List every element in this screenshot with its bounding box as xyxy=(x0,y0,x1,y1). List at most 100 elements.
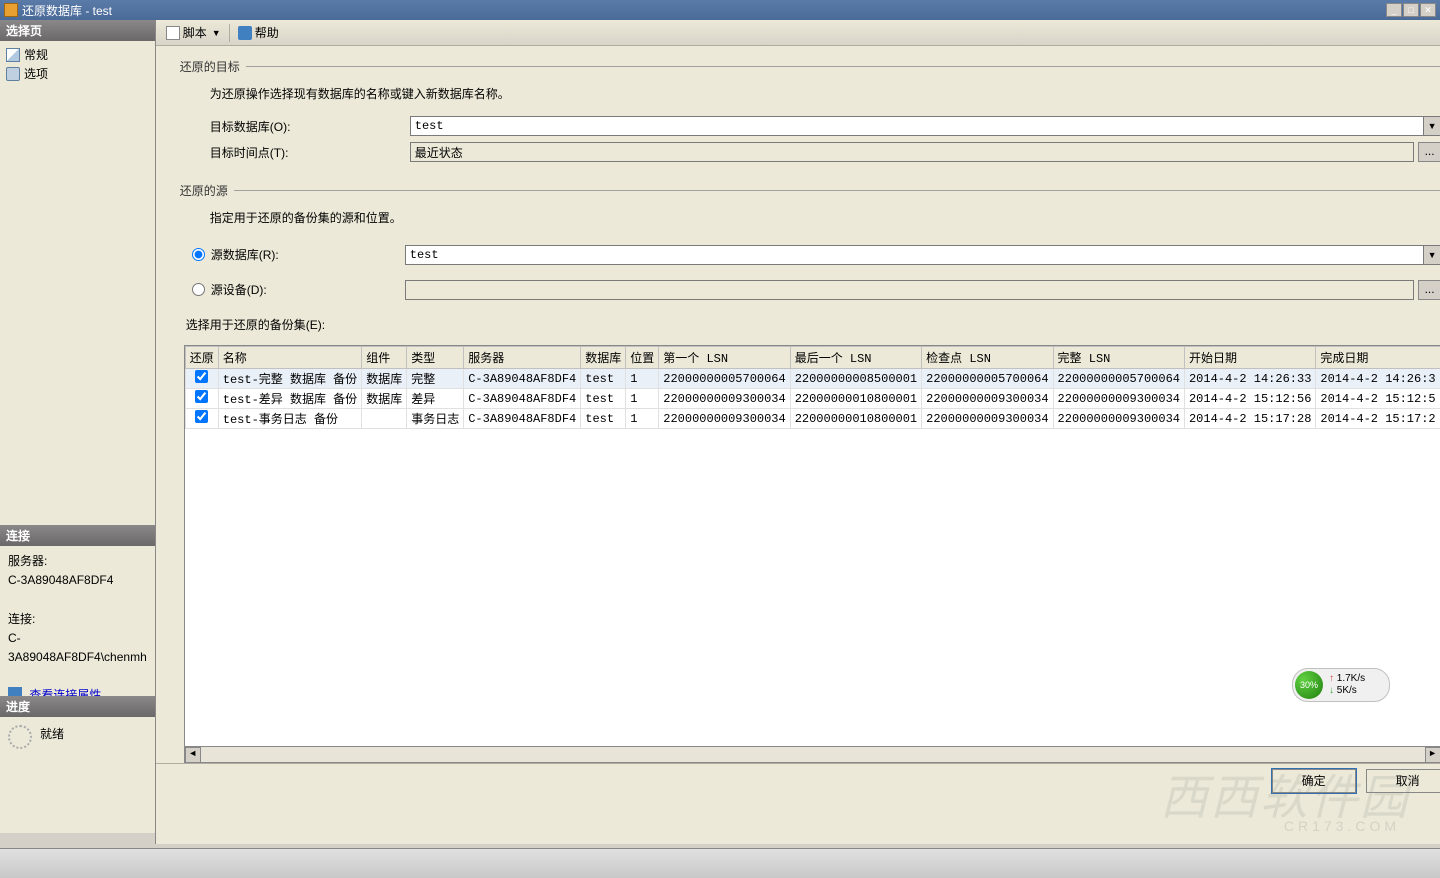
cell-component: 数据库 xyxy=(362,369,407,389)
titlebar: 还原数据库 - test _ □ ✕ xyxy=(0,0,1440,20)
col-start-date[interactable]: 开始日期 xyxy=(1184,347,1315,369)
cell-start: 2014-4-2 15:17:28 xyxy=(1184,409,1315,429)
help-label: 帮助 xyxy=(255,24,279,41)
col-first-lsn[interactable]: 第一个 LSN xyxy=(659,347,790,369)
script-button[interactable]: 脚本 ▼ xyxy=(162,22,225,43)
row-checkbox[interactable] xyxy=(195,390,208,403)
cell-last-lsn: 22000000008500001 xyxy=(790,369,921,389)
source-device-radio[interactable] xyxy=(192,283,205,296)
col-server[interactable]: 服务器 xyxy=(464,347,581,369)
window-controls: _ □ ✕ xyxy=(1386,3,1436,17)
grid-table: 还原 名称 组件 类型 服务器 数据库 位置 第一个 LSN 最后一个 LSN … xyxy=(185,346,1440,429)
page-icon xyxy=(6,48,20,62)
sidebar-item-label: 选项 xyxy=(24,65,48,82)
source-db-input[interactable] xyxy=(405,245,1424,265)
target-db-label: 目标数据库(O): xyxy=(210,118,410,135)
spinner-icon xyxy=(8,725,32,749)
net-up: 1.7K/s xyxy=(1337,673,1365,684)
target-time-label: 目标时间点(T): xyxy=(210,144,410,161)
grid-header-row: 还原 名称 组件 类型 服务器 数据库 位置 第一个 LSN 最后一个 LSN … xyxy=(185,347,1440,369)
network-speed-widget[interactable]: 30% ↑ 1.7K/s ↓ 5K/s xyxy=(1292,668,1390,702)
col-component[interactable]: 组件 xyxy=(362,347,407,369)
cell-full-lsn: 22000000009300034 xyxy=(1053,409,1184,429)
connection-body: 服务器: C-3A89048AF8DF4 连接: C-3A89048AF8DF4… xyxy=(0,546,155,696)
progress-header: 进度 xyxy=(0,696,155,717)
cell-finish: 2014-4-2 14:26:3 xyxy=(1316,369,1440,389)
target-description: 为还原操作选择现有数据库的名称或键入新数据库名称。 xyxy=(210,85,1440,102)
cell-database: test xyxy=(581,409,626,429)
conn-label: 连接: xyxy=(8,610,147,629)
cell-type: 差异 xyxy=(407,389,464,409)
row-checkbox[interactable] xyxy=(195,410,208,423)
cancel-button[interactable]: 取消 xyxy=(1366,769,1440,793)
sidebar: 选择页 常规 选项 连接 服务器: C-3A89048AF8DF4 连接: C-… xyxy=(0,20,156,844)
table-row[interactable]: test-事务日志 备份事务日志C-3A89048AF8DF4test12200… xyxy=(185,409,1440,429)
source-device-input xyxy=(405,280,1414,300)
cell-last-lsn: 22000000010800001 xyxy=(790,409,921,429)
maximize-button[interactable]: □ xyxy=(1403,3,1419,17)
script-label: 脚本 xyxy=(183,24,207,41)
scroll-track[interactable] xyxy=(201,747,1425,762)
toolbar-separator xyxy=(229,24,230,42)
row-checkbox[interactable] xyxy=(195,370,208,383)
cell-first-lsn: 22000000009300034 xyxy=(659,389,790,409)
source-db-label[interactable]: 源数据库(R): xyxy=(211,246,405,263)
col-restore[interactable]: 还原 xyxy=(185,347,218,369)
cell-position: 1 xyxy=(626,389,659,409)
arrow-up-icon: ↑ xyxy=(1329,673,1334,684)
source-device-label[interactable]: 源设备(D): xyxy=(211,281,405,298)
app-icon xyxy=(4,3,18,17)
cell-first-lsn: 22000000009300034 xyxy=(659,409,790,429)
net-down: 5K/s xyxy=(1337,685,1357,696)
table-row[interactable]: test-差异 数据库 备份数据库差异C-3A89048AF8DF4test12… xyxy=(185,389,1440,409)
help-button[interactable]: 帮助 xyxy=(234,22,283,43)
target-db-input[interactable] xyxy=(410,116,1424,136)
minimize-button[interactable]: _ xyxy=(1386,3,1402,17)
source-device-browse[interactable]: ... xyxy=(1418,280,1440,300)
server-label: 服务器: xyxy=(8,552,147,571)
close-button[interactable]: ✕ xyxy=(1420,3,1436,17)
scroll-left[interactable]: ◄ xyxy=(185,747,201,763)
col-last-lsn[interactable]: 最后一个 LSN xyxy=(790,347,921,369)
connection-header: 连接 xyxy=(0,525,155,546)
target-time-browse[interactable]: ... xyxy=(1418,142,1440,162)
server-value: C-3A89048AF8DF4 xyxy=(8,571,147,590)
cell-name: test-差异 数据库 备份 xyxy=(218,389,361,409)
ok-button[interactable]: 确定 xyxy=(1272,769,1356,793)
scroll-right[interactable]: ► xyxy=(1425,747,1440,763)
col-position[interactable]: 位置 xyxy=(626,347,659,369)
source-legend: 还原的源 xyxy=(180,182,1440,199)
cell-last-lsn: 22000000010800001 xyxy=(790,389,921,409)
source-db-dropdown[interactable]: ▼ xyxy=(1424,245,1440,265)
cell-type: 事务日志 xyxy=(407,409,464,429)
source-db-radio[interactable] xyxy=(192,248,205,261)
net-speeds: ↑ 1.7K/s ↓ 5K/s xyxy=(1329,673,1365,697)
cell-component xyxy=(362,409,407,429)
cell-position: 1 xyxy=(626,369,659,389)
col-full-lsn[interactable]: 完整 LSN xyxy=(1053,347,1184,369)
script-icon xyxy=(166,26,180,40)
col-database[interactable]: 数据库 xyxy=(581,347,626,369)
col-name[interactable]: 名称 xyxy=(218,347,361,369)
cell-type: 完整 xyxy=(407,369,464,389)
sidebar-item-options[interactable]: 选项 xyxy=(6,64,149,83)
col-type[interactable]: 类型 xyxy=(407,347,464,369)
source-description: 指定用于还原的备份集的源和位置。 xyxy=(210,209,1440,226)
table-row[interactable]: test-完整 数据库 备份数据库完整C-3A89048AF8DF4test12… xyxy=(185,369,1440,389)
cell-name: test-完整 数据库 备份 xyxy=(218,369,361,389)
dialog-footer: 确定 取消 xyxy=(156,763,1440,797)
progress-status: 就绪 xyxy=(40,725,64,742)
cell-full-lsn: 22000000009300034 xyxy=(1053,389,1184,409)
cell-full-lsn: 22000000005700064 xyxy=(1053,369,1184,389)
cell-database: test xyxy=(581,369,626,389)
target-time-input xyxy=(410,142,1414,162)
target-db-dropdown[interactable]: ▼ xyxy=(1424,116,1440,136)
cell-checkpoint-lsn: 22000000005700064 xyxy=(922,369,1053,389)
cell-start: 2014-4-2 14:26:33 xyxy=(1184,369,1315,389)
sidebar-item-general[interactable]: 常规 xyxy=(6,45,149,64)
horizontal-scrollbar[interactable]: ◄ ► xyxy=(185,746,1440,762)
col-checkpoint-lsn[interactable]: 检查点 LSN xyxy=(922,347,1053,369)
taskbar[interactable] xyxy=(0,848,1440,878)
arrow-down-icon: ↓ xyxy=(1329,685,1334,696)
col-finish-date[interactable]: 完成日期 xyxy=(1316,347,1440,369)
